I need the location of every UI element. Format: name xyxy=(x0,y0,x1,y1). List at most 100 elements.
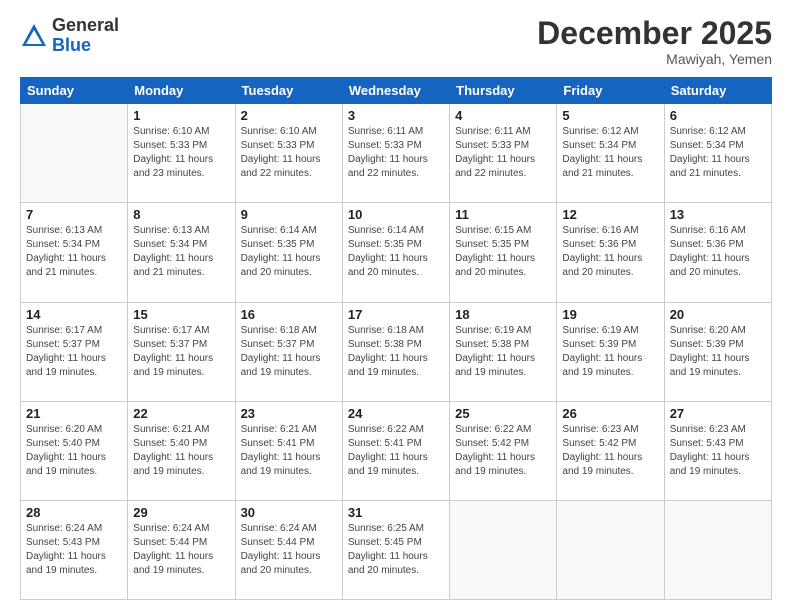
day-number: 8 xyxy=(133,207,229,222)
logo-blue-text: Blue xyxy=(52,36,119,56)
day-number: 9 xyxy=(241,207,337,222)
day-info: Sunrise: 6:21 AM Sunset: 5:41 PM Dayligh… xyxy=(241,423,337,479)
calendar-cell: 27Sunrise: 6:23 AM Sunset: 5:43 PM Dayli… xyxy=(664,401,771,500)
week-row-0: 1 Sunrise: 6:10 AM Sunset: 5:33 PM Daylig… xyxy=(21,104,772,203)
calendar-cell: 4 Sunrise: 6:11 AM Sunset: 5:33 PM Daylig… xyxy=(450,104,557,203)
day-number: 7 xyxy=(26,207,122,222)
day-number: 29 xyxy=(133,505,229,520)
calendar-cell: 31 Sunrise: 6:25 AM Sunset: 5:45 PM Dayli… xyxy=(342,500,449,599)
day-info: Sunrise: 6:17 AM Sunset: 5:37 PM Dayligh… xyxy=(26,324,122,380)
day-number: 15 xyxy=(133,307,229,322)
week-row-1: 7 Sunrise: 6:13 AM Sunset: 5:34 PM Daylig… xyxy=(21,203,772,302)
day-number: 28 xyxy=(26,505,122,520)
day-info: Sunrise: 6:24 AM Sunset: 5:44 PM Dayligh… xyxy=(241,522,337,578)
col-monday: Monday xyxy=(128,78,235,104)
calendar-header-row: Sunday Monday Tuesday Wednesday Thursday… xyxy=(21,78,772,104)
calendar-cell: 16Sunrise: 6:18 AM Sunset: 5:37 PM Dayli… xyxy=(235,302,342,401)
col-wednesday: Wednesday xyxy=(342,78,449,104)
calendar-cell: 25 Sunrise: 6:22 AM Sunset: 5:42 PM Dayli… xyxy=(450,401,557,500)
day-info: Sunrise: 6:10 AM Sunset: 5:33 PM Dayligh… xyxy=(133,125,229,181)
logo-text: General Blue xyxy=(52,16,119,56)
day-number: 13 xyxy=(670,207,766,222)
day-number: 23 xyxy=(241,406,337,421)
location: Mawiyah, Yemen xyxy=(537,51,772,67)
calendar-cell xyxy=(450,500,557,599)
day-number: 12 xyxy=(562,207,658,222)
day-info: Sunrise: 6:20 AM Sunset: 5:40 PM Dayligh… xyxy=(26,423,122,479)
calendar-cell: 13 Sunrise: 6:16 AM Sunset: 5:36 PM Dayli… xyxy=(664,203,771,302)
day-info: Sunrise: 6:16 AM Sunset: 5:36 PM Dayligh… xyxy=(562,224,658,280)
col-friday: Friday xyxy=(557,78,664,104)
day-info: Sunrise: 6:17 AM Sunset: 5:37 PM Dayligh… xyxy=(133,324,229,380)
day-number: 21 xyxy=(26,406,122,421)
day-info: Sunrise: 6:14 AM Sunset: 5:35 PM Dayligh… xyxy=(348,224,444,280)
day-number: 14 xyxy=(26,307,122,322)
day-info: Sunrise: 6:11 AM Sunset: 5:33 PM Dayligh… xyxy=(348,125,444,181)
calendar-cell: 18 Sunrise: 6:19 AM Sunset: 5:38 PM Dayli… xyxy=(450,302,557,401)
day-info: Sunrise: 6:23 AM Sunset: 5:42 PM Dayligh… xyxy=(562,423,658,479)
day-number: 10 xyxy=(348,207,444,222)
calendar-cell: 21 Sunrise: 6:20 AM Sunset: 5:40 PM Dayli… xyxy=(21,401,128,500)
title-area: December 2025 Mawiyah, Yemen xyxy=(537,16,772,67)
day-number: 11 xyxy=(455,207,551,222)
day-info: Sunrise: 6:19 AM Sunset: 5:39 PM Dayligh… xyxy=(562,324,658,380)
week-row-2: 14 Sunrise: 6:17 AM Sunset: 5:37 PM Dayli… xyxy=(21,302,772,401)
calendar-cell xyxy=(557,500,664,599)
day-info: Sunrise: 6:12 AM Sunset: 5:34 PM Dayligh… xyxy=(562,125,658,181)
day-number: 26 xyxy=(562,406,658,421)
day-number: 16 xyxy=(241,307,337,322)
week-row-4: 28Sunrise: 6:24 AM Sunset: 5:43 PM Dayli… xyxy=(21,500,772,599)
day-info: Sunrise: 6:15 AM Sunset: 5:35 PM Dayligh… xyxy=(455,224,551,280)
calendar-cell: 10 Sunrise: 6:14 AM Sunset: 5:35 PM Dayli… xyxy=(342,203,449,302)
day-info: Sunrise: 6:11 AM Sunset: 5:33 PM Dayligh… xyxy=(455,125,551,181)
col-saturday: Saturday xyxy=(664,78,771,104)
calendar-cell: 26 Sunrise: 6:23 AM Sunset: 5:42 PM Dayli… xyxy=(557,401,664,500)
day-info: Sunrise: 6:14 AM Sunset: 5:35 PM Dayligh… xyxy=(241,224,337,280)
day-info: Sunrise: 6:10 AM Sunset: 5:33 PM Dayligh… xyxy=(241,125,337,181)
calendar-cell xyxy=(21,104,128,203)
col-thursday: Thursday xyxy=(450,78,557,104)
header: General Blue December 2025 Mawiyah, Yeme… xyxy=(20,16,772,67)
day-number: 6 xyxy=(670,108,766,123)
calendar-cell: 20Sunrise: 6:20 AM Sunset: 5:39 PM Dayli… xyxy=(664,302,771,401)
day-number: 5 xyxy=(562,108,658,123)
calendar-cell: 3 Sunrise: 6:11 AM Sunset: 5:33 PM Daylig… xyxy=(342,104,449,203)
calendar-cell: 24Sunrise: 6:22 AM Sunset: 5:41 PM Dayli… xyxy=(342,401,449,500)
day-info: Sunrise: 6:25 AM Sunset: 5:45 PM Dayligh… xyxy=(348,522,444,578)
day-number: 3 xyxy=(348,108,444,123)
calendar-cell: 2 Sunrise: 6:10 AM Sunset: 5:33 PM Daylig… xyxy=(235,104,342,203)
calendar-cell: 14 Sunrise: 6:17 AM Sunset: 5:37 PM Dayli… xyxy=(21,302,128,401)
day-number: 4 xyxy=(455,108,551,123)
calendar-cell: 8 Sunrise: 6:13 AM Sunset: 5:34 PM Daylig… xyxy=(128,203,235,302)
calendar: Sunday Monday Tuesday Wednesday Thursday… xyxy=(20,77,772,600)
day-number: 20 xyxy=(670,307,766,322)
day-info: Sunrise: 6:18 AM Sunset: 5:38 PM Dayligh… xyxy=(348,324,444,380)
calendar-cell: 6Sunrise: 6:12 AM Sunset: 5:34 PM Daylig… xyxy=(664,104,771,203)
day-number: 30 xyxy=(241,505,337,520)
day-info: Sunrise: 6:13 AM Sunset: 5:34 PM Dayligh… xyxy=(133,224,229,280)
day-number: 18 xyxy=(455,307,551,322)
day-info: Sunrise: 6:22 AM Sunset: 5:41 PM Dayligh… xyxy=(348,423,444,479)
day-number: 2 xyxy=(241,108,337,123)
calendar-cell: 15 Sunrise: 6:17 AM Sunset: 5:37 PM Dayli… xyxy=(128,302,235,401)
col-tuesday: Tuesday xyxy=(235,78,342,104)
calendar-cell: 23 Sunrise: 6:21 AM Sunset: 5:41 PM Dayli… xyxy=(235,401,342,500)
calendar-cell: 7Sunrise: 6:13 AM Sunset: 5:34 PM Daylig… xyxy=(21,203,128,302)
calendar-cell xyxy=(664,500,771,599)
page: General Blue December 2025 Mawiyah, Yeme… xyxy=(0,0,792,612)
week-row-3: 21 Sunrise: 6:20 AM Sunset: 5:40 PM Dayli… xyxy=(21,401,772,500)
day-info: Sunrise: 6:21 AM Sunset: 5:40 PM Dayligh… xyxy=(133,423,229,479)
calendar-cell: 12 Sunrise: 6:16 AM Sunset: 5:36 PM Dayli… xyxy=(557,203,664,302)
day-number: 1 xyxy=(133,108,229,123)
day-info: Sunrise: 6:22 AM Sunset: 5:42 PM Dayligh… xyxy=(455,423,551,479)
day-info: Sunrise: 6:19 AM Sunset: 5:38 PM Dayligh… xyxy=(455,324,551,380)
day-number: 31 xyxy=(348,505,444,520)
calendar-cell: 1 Sunrise: 6:10 AM Sunset: 5:33 PM Daylig… xyxy=(128,104,235,203)
day-number: 22 xyxy=(133,406,229,421)
calendar-cell: 11 Sunrise: 6:15 AM Sunset: 5:35 PM Dayli… xyxy=(450,203,557,302)
day-number: 25 xyxy=(455,406,551,421)
day-info: Sunrise: 6:16 AM Sunset: 5:36 PM Dayligh… xyxy=(670,224,766,280)
calendar-cell: 19 Sunrise: 6:19 AM Sunset: 5:39 PM Dayli… xyxy=(557,302,664,401)
day-number: 19 xyxy=(562,307,658,322)
logo-general-text: General xyxy=(52,16,119,36)
